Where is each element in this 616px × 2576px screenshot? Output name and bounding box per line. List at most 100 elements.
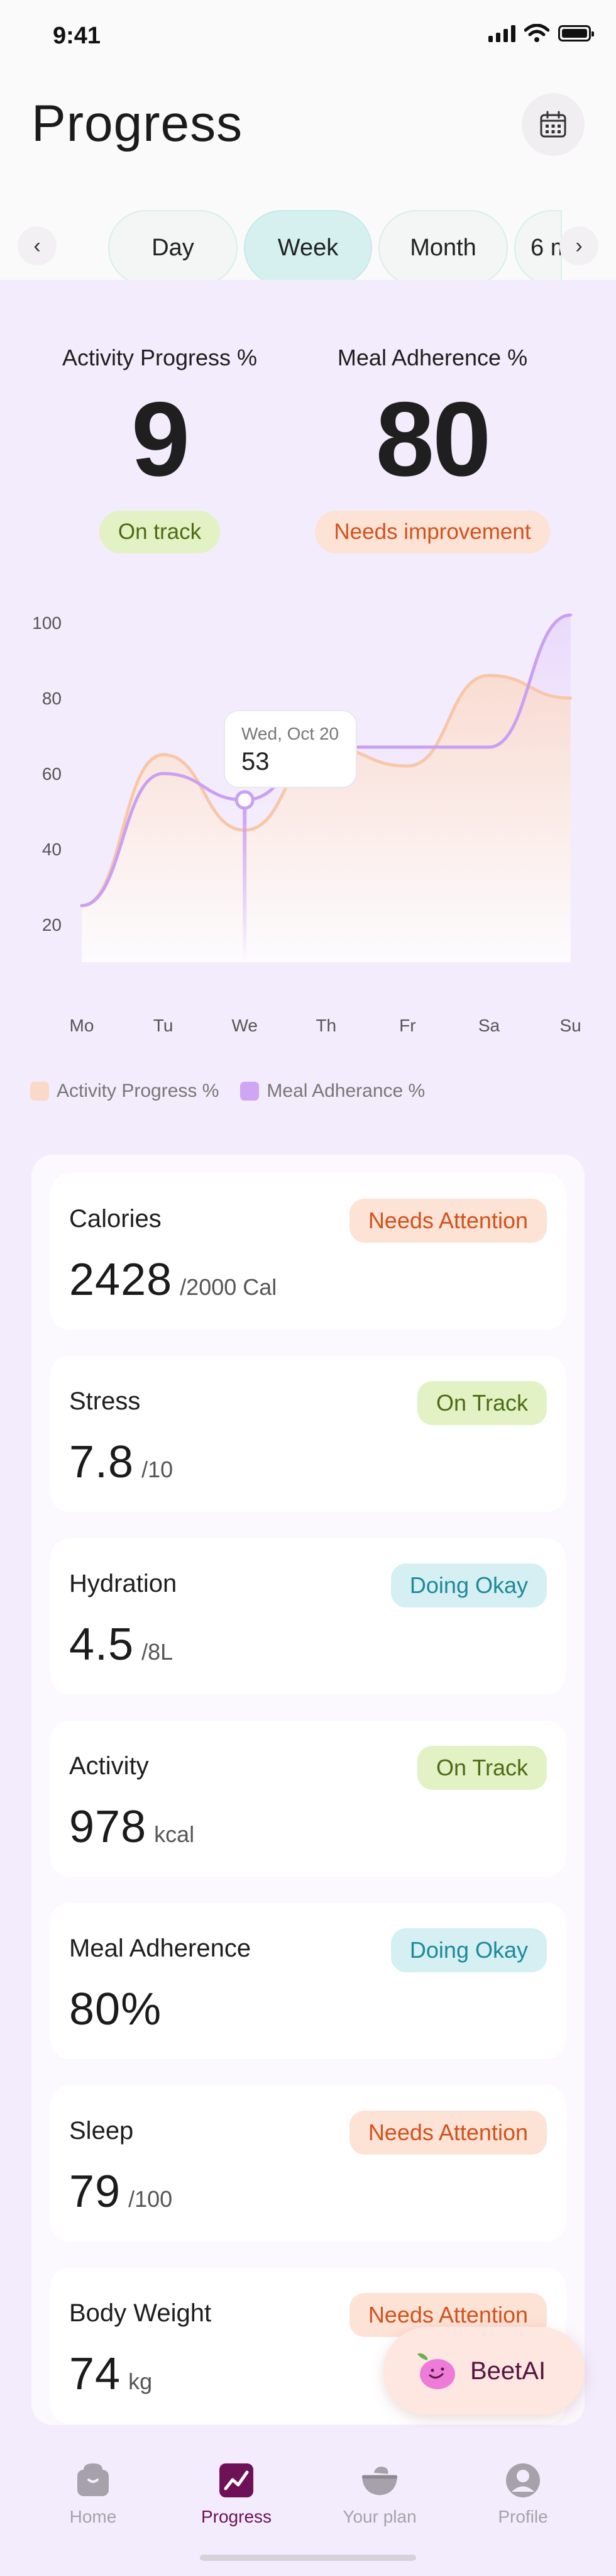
x-tick-label: We — [231, 1016, 258, 1035]
tooltip-marker — [234, 790, 255, 810]
x-tick-label: Th — [316, 1016, 336, 1035]
metric-card-hydration[interactable]: Hydration Doing Okay 4.5 /8L — [50, 1538, 566, 1694]
beetai-assistant-button[interactable]: BeetAI — [383, 2327, 585, 2415]
metric-card-activity[interactable]: Activity On Track 978 kcal — [50, 1721, 566, 1877]
card-title: Calories — [69, 1205, 162, 1233]
chevron-left-icon: ‹ — [33, 233, 41, 258]
legend-item-activity: Activity Progress % — [30, 1080, 219, 1102]
card-unit: /8L — [141, 1639, 173, 1665]
card-title: Hydration — [69, 1570, 177, 1597]
x-tick-label: Mo — [70, 1016, 94, 1035]
nav-label-your-plan: Your plan — [343, 2507, 417, 2526]
metric-card-calories[interactable]: Calories Needs Attention 2428 /2000 Cal — [50, 1174, 566, 1330]
y-tick-label: 40 — [42, 840, 62, 859]
home-icon — [74, 2462, 112, 2499]
nav-label-progress: Progress — [201, 2507, 272, 2526]
chart-legend: Activity Progress % Meal Adherance % — [30, 1080, 425, 1102]
wifi-icon — [524, 24, 549, 42]
nav-item-profile[interactable]: Profile — [460, 2462, 586, 2527]
tabs-next-button[interactable]: › — [559, 226, 598, 265]
period-tabs: ‹ Day Week Month 6 m › — [0, 195, 616, 289]
progress-chart-icon — [217, 2462, 255, 2499]
meal-status-badge: Needs improvement — [315, 511, 550, 553]
tooltip-date: Wed, Oct 20 — [241, 724, 339, 743]
card-title: Sleep — [69, 2117, 134, 2145]
card-title: Body Weight — [69, 2299, 212, 2327]
card-unit: /2000 Cal — [180, 1274, 277, 1300]
status-bar: 9:41 — [0, 0, 616, 69]
status-badge: Doing Okay — [390, 1928, 547, 1972]
card-value: 7.8 /10 — [69, 1436, 173, 1488]
x-tick-label: Su — [559, 1016, 581, 1035]
beet-mascot-icon — [417, 2353, 455, 2389]
meal-adherence-summary: Meal Adherence % 80 Needs improvement — [307, 345, 558, 553]
card-value: 79 /100 — [69, 2166, 172, 2218]
nav-item-home[interactable]: Home — [30, 2462, 156, 2527]
calendar-button[interactable] — [522, 93, 585, 156]
tab-week[interactable]: Week — [244, 210, 372, 286]
x-tick-label: Fr — [399, 1016, 415, 1035]
card-number: 2428 — [69, 1255, 173, 1305]
tabs-prev-button[interactable]: ‹ — [18, 226, 57, 265]
card-number: 74 — [69, 2349, 121, 2399]
nav-label-profile: Profile — [498, 2507, 548, 2526]
activity-progress-value: 9 — [131, 380, 190, 498]
meal-adherence-label: Meal Adherence % — [337, 345, 528, 370]
home-indicator — [200, 2555, 416, 2561]
card-unit: /10 — [141, 1457, 173, 1482]
tooltip-value: 53 — [241, 748, 270, 775]
status-badge: On Track — [417, 1381, 547, 1425]
y-tick-label: 60 — [42, 764, 62, 784]
tab-month[interactable]: Month — [378, 210, 508, 286]
metric-card-meal-adherence[interactable]: Meal Adherence Doing Okay 80% — [50, 1903, 566, 2059]
status-badge: Needs Attention — [349, 1199, 547, 1243]
page-title: Progress — [31, 95, 243, 152]
x-tick-label: Tu — [153, 1016, 173, 1035]
meal-bowl-icon — [361, 2462, 399, 2499]
tab-day[interactable]: Day — [108, 210, 238, 286]
metric-card-stress[interactable]: Stress On Track 7.8 /10 — [50, 1356, 566, 1512]
meal-adherence-value: 80 — [375, 380, 492, 498]
profile-icon — [504, 2462, 542, 2499]
status-badge: Needs Attention — [349, 2111, 547, 2155]
card-value: 80% — [69, 1984, 169, 2035]
legend-swatch-activity — [30, 1082, 49, 1101]
tooltip-guide-line — [243, 800, 247, 962]
beetai-label: BeetAI — [470, 2357, 546, 2385]
signal-icon — [488, 25, 515, 42]
card-number: 4.5 — [69, 1619, 135, 1670]
status-icons — [488, 24, 594, 43]
metric-card-sleep[interactable]: Sleep Needs Attention 79 /100 — [50, 2085, 566, 2241]
card-title: Meal Adherence — [69, 1935, 251, 1962]
card-value: 2428 /2000 Cal — [69, 1254, 277, 1306]
card-number: 7.8 — [69, 1437, 135, 1487]
legend-item-meal: Meal Adherance % — [240, 1080, 425, 1102]
bottom-navigation: Home Progress Your plan Profile — [0, 2428, 616, 2576]
battery-icon — [558, 25, 594, 42]
calendar-icon — [540, 111, 566, 138]
activity-status-badge: On track — [99, 511, 221, 553]
card-value: 4.5 /8L — [69, 1619, 173, 1670]
status-badge: Doing Okay — [390, 1563, 547, 1607]
tab-6-months[interactable]: 6 m — [514, 210, 562, 286]
card-unit: kcal — [154, 1821, 195, 1847]
card-value: 978 kcal — [69, 1801, 194, 1853]
weekly-progress-chart[interactable]: 100 80 60 40 20 Mo Tu We Th Fr Sa Su Wed, Oct 20 53 — [0, 597, 616, 1050]
activity-progress-summary: Activity Progress % 9 On track — [34, 345, 285, 553]
nav-label-home: Home — [69, 2507, 117, 2526]
y-tick-label: 80 — [42, 689, 62, 708]
x-tick-label: Sa — [478, 1016, 500, 1035]
card-number: 978 — [69, 1802, 147, 1852]
card-unit: /100 — [128, 2186, 173, 2212]
y-tick-label: 20 — [42, 915, 62, 935]
card-unit: kg — [128, 2368, 153, 2394]
nav-item-progress[interactable]: Progress — [173, 2462, 299, 2527]
card-number: 80% — [69, 1984, 162, 2035]
activity-progress-label: Activity Progress % — [62, 345, 258, 370]
chevron-right-icon: › — [575, 233, 583, 258]
card-number: 79 — [69, 2167, 121, 2217]
y-tick-label: 100 — [32, 613, 62, 633]
status-time: 9:41 — [53, 23, 101, 49]
card-title: Stress — [69, 1387, 141, 1415]
nav-item-your-plan[interactable]: Your plan — [317, 2462, 443, 2527]
